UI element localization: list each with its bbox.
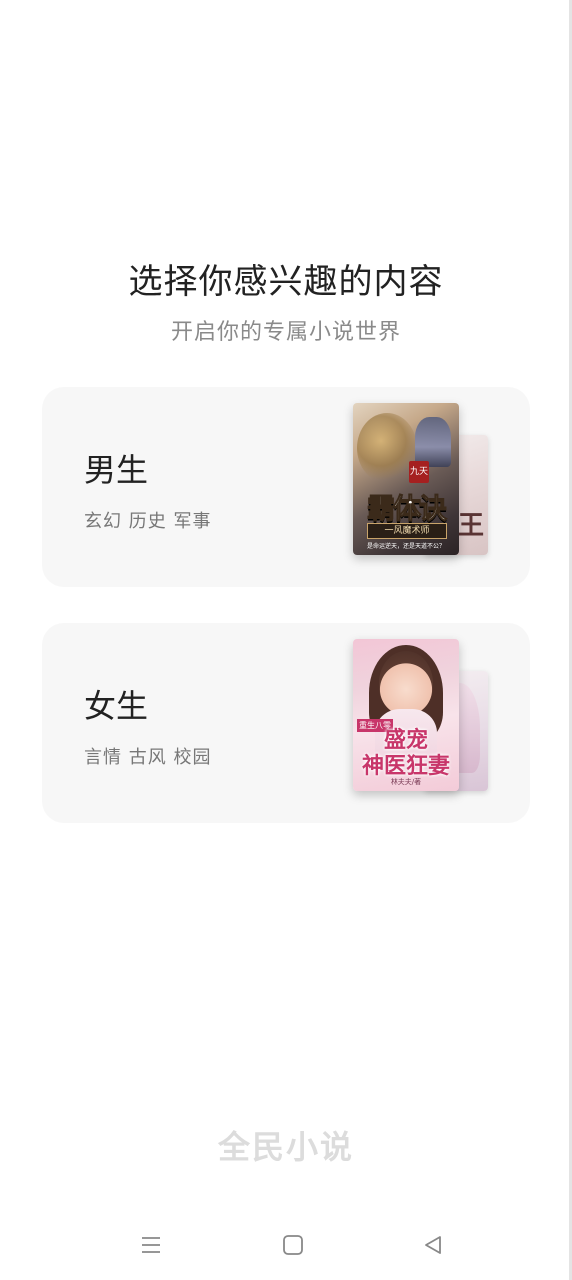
cover-art-face	[379, 651, 433, 715]
cover-title-fragment: 王	[457, 511, 484, 541]
category-card-male[interactable]: 男生 玄幻 历史 军事 王 九天 霸体诀 一风魔术师 是命运逆天，还是天道不公？	[42, 387, 530, 587]
category-card-female[interactable]: 女生 言情 古风 校园 重生八零 盛宠 神医狂妻 林夫夫/著	[42, 623, 530, 823]
cover-art-figure	[415, 417, 451, 467]
cover-title-line2: 神医狂妻	[361, 753, 450, 779]
page-title: 选择你感兴趣的内容	[128, 262, 444, 302]
menu-icon[interactable]	[138, 1232, 164, 1258]
cover-title: 霸体诀	[366, 492, 447, 526]
cover-blurb: 是命运逆天，还是天道不公？	[366, 543, 445, 550]
system-nav-bar	[0, 1210, 572, 1280]
book-cover-front: 重生八零 盛宠 神医狂妻 林夫夫/著	[353, 639, 459, 791]
brand-logo: 全民小说	[217, 1128, 354, 1166]
cover-title-line1: 盛宠	[383, 727, 428, 753]
book-cover-front: 九天 霸体诀 一风魔术师 是命运逆天，还是天道不公？	[353, 403, 459, 555]
category-title: 女生	[84, 687, 149, 725]
cover-author-badge: 一风魔术师	[367, 523, 447, 539]
cover-author: 林夫夫/著	[390, 778, 422, 786]
cover-series-tag: 九天	[409, 461, 429, 483]
category-title: 男生	[84, 451, 149, 489]
category-tags: 言情 古风 校园	[84, 747, 212, 768]
page-subtitle: 开启你的专属小说世界	[170, 320, 401, 345]
home-icon[interactable]	[280, 1232, 306, 1258]
back-icon[interactable]	[420, 1232, 446, 1258]
category-tags: 玄幻 历史 军事	[84, 511, 212, 532]
cover-title: 盛宠 神医狂妻	[353, 727, 459, 779]
cover-art-dragon	[357, 413, 417, 483]
